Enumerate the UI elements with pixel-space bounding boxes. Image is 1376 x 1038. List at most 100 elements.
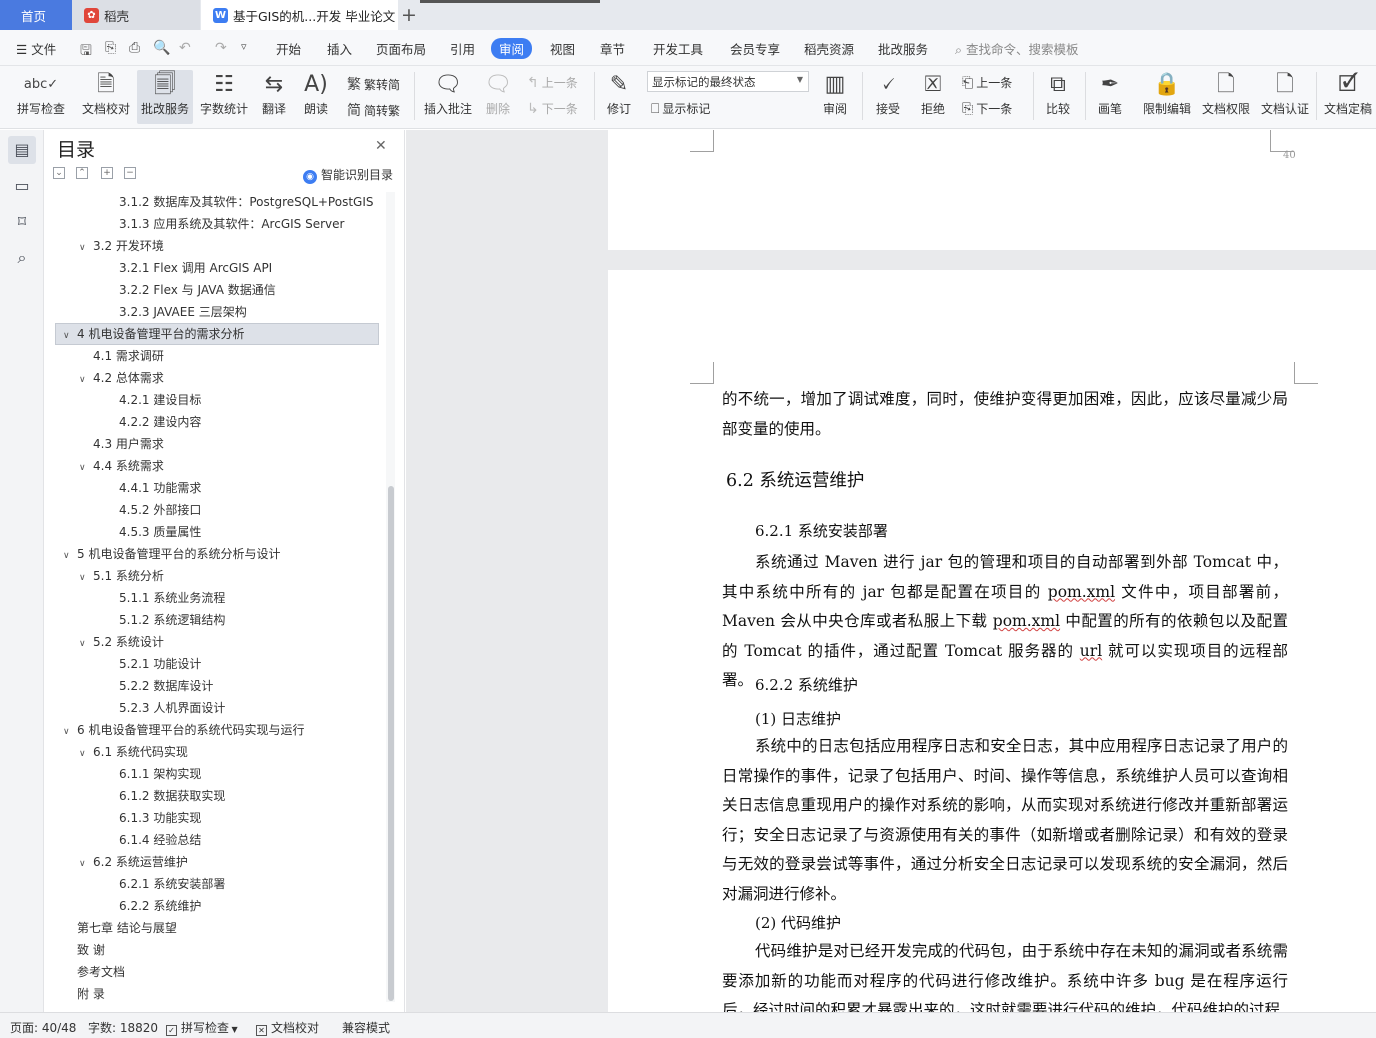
page-indicator[interactable]: 页面: 40/48	[10, 1019, 76, 1036]
print-preview-icon[interactable]: 🔍	[153, 40, 170, 56]
command-search[interactable]: ⌕ 查找命令、搜索模板	[955, 39, 1079, 58]
menu-review-service[interactable]: 批改服务	[878, 39, 928, 58]
smart-toc-button[interactable]: ◉ 智能识别目录	[303, 166, 393, 184]
redo-icon[interactable]: ↷	[215, 40, 227, 56]
chevron-down-icon[interactable]: ∨	[79, 369, 93, 391]
next-change-button[interactable]: ⎘ 下一条	[962, 100, 1012, 117]
compare-button[interactable]: ⧉ 比较	[1040, 70, 1076, 124]
toc-item[interactable]: 6.2.1 系统安装部署	[119, 873, 225, 895]
toc-item[interactable]: 3.2.3 JAVAEE 三层架构	[119, 301, 247, 323]
chevron-down-icon[interactable]: ∨	[63, 325, 77, 347]
delete-comment-button[interactable]: 🗨 删除	[480, 70, 516, 124]
spell-check-status[interactable]: ✓ 拼写检查 ▼	[166, 1019, 238, 1036]
toc-item[interactable]: 3.1.2 数据库及其软件：PostgreSQL+PostGIS	[119, 191, 374, 213]
add-level-icon[interactable]: +	[101, 167, 113, 179]
toc-item[interactable]: 4.3 用户需求	[93, 433, 164, 455]
trad-to-simp-button[interactable]: 繁繁转简	[347, 74, 400, 94]
menu-review[interactable]: 审阅	[491, 38, 533, 59]
menu-member[interactable]: 会员专享	[730, 39, 780, 58]
doc-proof-button[interactable]: 🗎 文档校对	[80, 70, 132, 124]
spell-check-button[interactable]: abc✓ 拼写检查	[10, 70, 72, 124]
insert-comment-button[interactable]: 🗨 插入批注	[421, 70, 475, 124]
toc-item[interactable]: 6.1.4 经验总结	[119, 829, 201, 851]
pen-button[interactable]: ✒ 画笔	[1094, 70, 1126, 124]
restrict-edit-button[interactable]: 🔒 限制编辑	[1139, 70, 1195, 124]
close-icon[interactable]: ✕	[375, 138, 387, 154]
chevron-down-icon[interactable]: ∨	[79, 853, 93, 875]
menu-start[interactable]: 开始	[276, 39, 301, 58]
tab-document[interactable]: W 基于GIS的机...开发 毕业论文	[201, 0, 398, 30]
toc-item[interactable]: 4.2.2 建设内容	[119, 411, 201, 433]
toc-item[interactable]: 4.5.3 质量属性	[119, 521, 201, 543]
toc-item[interactable]: 4.5.2 外部接口	[119, 499, 201, 521]
menu-insert[interactable]: 插入	[327, 39, 352, 58]
toc-item[interactable]: ∨ 6.1 系统代码实现	[79, 741, 188, 763]
toc-item[interactable]: 致 谢	[77, 939, 105, 961]
toc-item[interactable]: ∨ 4.4 系统需求	[79, 455, 164, 477]
toc-item[interactable]: ∨ 5 机电设备管理平台的系统分析与设计	[63, 543, 280, 565]
undo-icon[interactable]: ↶	[179, 40, 191, 56]
toc-item[interactable]: 6.1.3 功能实现	[119, 807, 201, 829]
bookmark-icon[interactable]: ⌑	[8, 208, 36, 236]
remove-level-icon[interactable]: −	[124, 167, 136, 179]
menu-page-layout[interactable]: 页面布局	[376, 39, 426, 58]
chevron-down-icon[interactable]: ∨	[79, 457, 93, 479]
quick-access-more-icon[interactable]: ▿	[241, 40, 247, 53]
doc-certify-button[interactable]: 🗋 文档认证	[1258, 70, 1312, 124]
word-count-button[interactable]: ☷ 字数统计	[198, 70, 250, 124]
toc-item[interactable]: 5.1.2 系统逻辑结构	[119, 609, 225, 631]
doc-permission-button[interactable]: 🗋 文档权限	[1199, 70, 1253, 124]
toc-item[interactable]: ∨ 3.2 开发环境	[79, 235, 164, 257]
toc-item[interactable]: 5.2.2 数据库设计	[119, 675, 213, 697]
toc-item[interactable]: ∨ 6 机电设备管理平台的系统代码实现与运行	[63, 719, 304, 741]
file-menu[interactable]: ☰ 文件	[16, 39, 56, 58]
toc-item[interactable]: 5.2.1 功能设计	[119, 653, 201, 675]
toc-item[interactable]: 3.2.2 Flex 与 JAVA 数据通信	[119, 279, 276, 301]
export-pdf-icon[interactable]: ⎘	[105, 40, 116, 56]
word-count-indicator[interactable]: 字数: 18820	[88, 1019, 158, 1036]
chevron-down-icon[interactable]: ∨	[79, 237, 93, 259]
toc-item[interactable]: 4.4.1 功能需求	[119, 477, 201, 499]
toc-item[interactable]: 3.2.1 Flex 调用 ArcGIS API	[119, 257, 272, 279]
tab-home[interactable]: 首页	[0, 0, 72, 30]
chevron-down-icon[interactable]: ∨	[63, 545, 77, 567]
section-nav-icon[interactable]: ▭	[8, 172, 36, 200]
find-icon[interactable]: ⌕	[8, 244, 36, 272]
reject-button[interactable]: 🗵 拒绝	[915, 70, 951, 124]
show-markup-button[interactable]: ⎕ 显示标记	[651, 100, 710, 117]
chevron-down-icon[interactable]: ∨	[79, 567, 93, 589]
toc-item[interactable]: ∨ 4 机电设备管理平台的需求分析	[63, 323, 244, 345]
menu-dev-tools[interactable]: 开发工具	[653, 39, 703, 58]
menu-view[interactable]: 视图	[550, 39, 575, 58]
chevron-down-icon[interactable]: ∨	[63, 721, 77, 743]
toc-item[interactable]: ∨ 5.1 系统分析	[79, 565, 164, 587]
prev-change-button[interactable]: ⎗ 上一条	[962, 74, 1012, 91]
toc-item[interactable]: 3.1.3 应用系统及其软件：ArcGIS Server	[119, 213, 344, 235]
toc-item[interactable]: 6.2.2 系统维护	[119, 895, 201, 917]
toc-item[interactable]: ∨ 6.2 系统运营维护	[79, 851, 188, 873]
toc-scrollbar[interactable]	[388, 486, 394, 1001]
chevron-down-icon[interactable]: ∨	[79, 633, 93, 655]
toc-item[interactable]: 4.1 需求调研	[93, 345, 164, 367]
doc-finalize-button[interactable]: 🗹 文档定稿	[1321, 70, 1375, 124]
add-tab-button[interactable]: +	[401, 4, 417, 26]
toc-item[interactable]: 参考文档	[77, 961, 125, 983]
toc-item[interactable]: 附 录	[77, 983, 105, 1005]
translate-button[interactable]: ⇆ 翻译	[257, 70, 291, 124]
markup-state-select[interactable]: 显示标记的最终状态 ▼	[647, 71, 809, 92]
menu-daoke-resources[interactable]: 稻壳资源	[804, 39, 854, 58]
menu-section[interactable]: 章节	[600, 39, 625, 58]
prev-comment-button[interactable]: ↰ 上一条	[527, 74, 578, 91]
toc-panel-icon[interactable]: ▤	[8, 136, 36, 164]
toc-item[interactable]: ∨ 5.2 系统设计	[79, 631, 164, 653]
tab-daoke[interactable]: ✿ 稻壳	[72, 0, 200, 30]
chevron-down-icon[interactable]: ∨	[79, 743, 93, 765]
toc-item[interactable]: 4.2.1 建设目标	[119, 389, 201, 411]
toc-item[interactable]: ∨ 4.2 总体需求	[79, 367, 164, 389]
review-pane-button[interactable]: ▥ 审阅	[816, 70, 854, 124]
toc-item[interactable]: 6.1.2 数据获取实现	[119, 785, 225, 807]
toc-item[interactable]: 5.2.3 人机界面设计	[119, 697, 225, 719]
collapse-all-icon[interactable]: ⌄	[53, 167, 65, 179]
toc-item[interactable]: 6.1.1 架构实现	[119, 763, 201, 785]
track-changes-button[interactable]: ✎ 修订	[601, 70, 637, 124]
